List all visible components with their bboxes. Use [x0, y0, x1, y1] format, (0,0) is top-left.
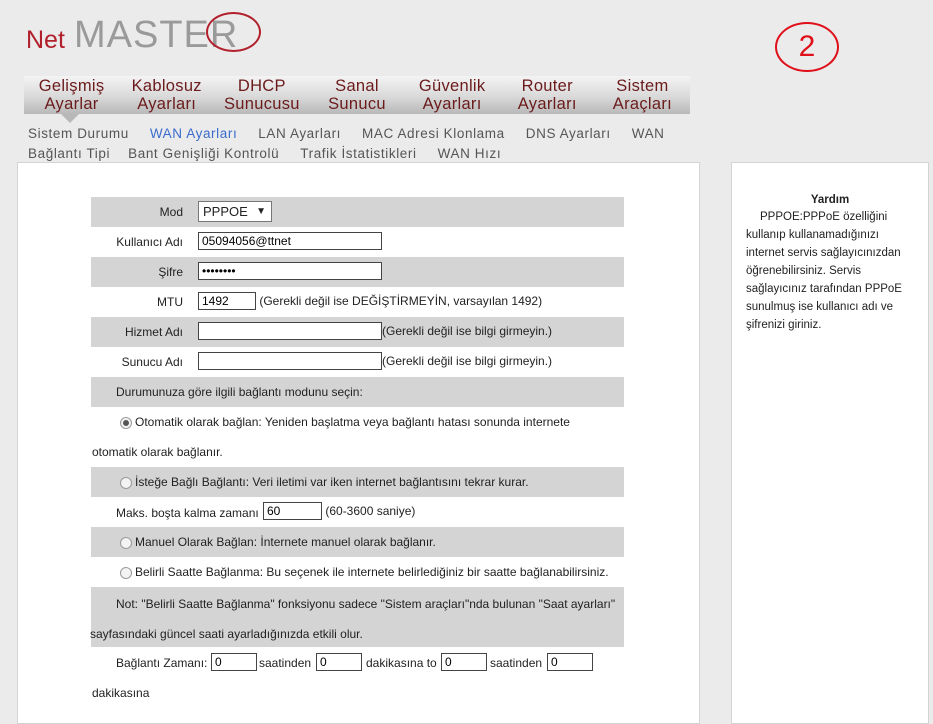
- password-row: Şifre: [91, 257, 624, 287]
- password-input[interactable]: [198, 262, 382, 280]
- connect-time-label: Bağlantı Zamanı:: [116, 656, 208, 670]
- service-label: Hizmet Adı: [124, 325, 183, 339]
- server-row: Sunucu Adı (Gerekli değil ise bilgi girm…: [91, 347, 624, 377]
- subnav-bant-genisligi[interactable]: Bant Genişliği Kontrolü: [128, 146, 279, 161]
- logo-ring: [206, 12, 261, 52]
- nav-dhcp-sunucusu[interactable]: DHCP Sunucusu: [214, 76, 309, 114]
- manual-row: Manuel Olarak Bağlan: İnternete manuel o…: [91, 527, 624, 557]
- manual-radio[interactable]: [120, 536, 132, 549]
- dakikasina-to-text: dakikasına to: [366, 656, 437, 670]
- dakikasina-text: dakikasına: [92, 686, 150, 700]
- manual-text: Manuel Olarak Bağlan: İnternete manuel o…: [135, 535, 436, 549]
- mtu-hint: (Gerekli değil ise DEĞİŞTİRMEYİN, varsay…: [259, 294, 543, 308]
- subnav-sistem-durumu[interactable]: Sistem Durumu: [28, 126, 129, 141]
- saatinden-text: saatinden: [259, 656, 312, 670]
- mtu-row: MTU (Gerekli değil ise DEĞİŞTİRMEYİN, va…: [91, 287, 624, 317]
- server-label: Sunucu Adı: [121, 355, 183, 369]
- start-minute-input[interactable]: [316, 653, 362, 671]
- nav-kablosuz-ayarlari[interactable]: Kablosuz Ayarları: [119, 76, 214, 114]
- schedule-option: Belirli Saatte Bağlanma: Bu seçenek ile …: [120, 565, 609, 579]
- auto-connect-text: Otomatik olarak bağlan: Yeniden başlatma…: [135, 415, 570, 429]
- server-name-input[interactable]: [198, 352, 382, 370]
- auto-connect-row: Otomatik olarak bağlan: Yeniden başlatma…: [91, 407, 624, 437]
- nav-guvenlik-ayarlari[interactable]: Güvenlik Ayarları: [405, 76, 500, 114]
- choose-row: Durumunuza göre ilgili bağlantı modunu s…: [91, 377, 624, 407]
- nav-gelismis-ayarlar[interactable]: Gelişmiş Ayarlar: [24, 76, 119, 114]
- active-nav-pointer: [61, 114, 79, 123]
- nav-router-ayarlari[interactable]: Router Ayarları: [500, 76, 595, 114]
- subnav-mac-klonlama[interactable]: MAC Adresi Klonlama: [362, 126, 505, 141]
- idle-time-label: Maks. boşta kalma zamanı: [116, 506, 259, 520]
- mode-label: Mod: [159, 205, 183, 219]
- username-row: Kullanıcı Adı: [91, 227, 624, 257]
- on-demand-option: İsteğe Bağlı Bağlantı: Veri iletimi var …: [120, 475, 529, 489]
- password-label: Şifre: [158, 265, 183, 279]
- help-panel: Yardım PPPOE:PPPoE özelliğini kullanıp k…: [731, 162, 929, 724]
- choose-mode-text: Durumunuza göre ilgili bağlantı modunu s…: [116, 385, 363, 399]
- nav-sistem-araclari[interactable]: Sistem Araçları: [595, 76, 690, 114]
- auto-connect-radio[interactable]: [120, 416, 132, 429]
- mode-select[interactable]: PPPOE ▼: [198, 201, 272, 222]
- username-label: Kullanıcı Adı: [116, 235, 183, 249]
- subnav-wan-hizi[interactable]: WAN Hızı: [438, 146, 502, 161]
- subnav-lan-ayarlari[interactable]: LAN Ayarları: [258, 126, 341, 141]
- service-row: Hizmet Adı (Gerekli değil ise bilgi girm…: [91, 317, 624, 347]
- mtu-label: MTU: [157, 295, 183, 309]
- subnav-trafik-istatistikleri[interactable]: Trafik İstatistikleri: [300, 146, 416, 161]
- service-hint: (Gerekli değil ise bilgi girmeyin.): [382, 324, 553, 338]
- auto-connect-text-cont: otomatik olarak bağlanır.: [92, 445, 223, 459]
- on-demand-text: İsteğe Bağlı Bağlantı: Veri iletimi var …: [135, 475, 529, 489]
- manual-option: Manuel Olarak Bağlan: İnternete manuel o…: [120, 535, 436, 549]
- subnav-wan-baglanti-tipi[interactable]: WAN: [632, 126, 665, 141]
- schedule-text: Belirli Saatte Bağlanma: Bu seçenek ile …: [135, 565, 609, 579]
- nav-sanal-sunucu[interactable]: Sanal Sunucu: [309, 76, 404, 114]
- annotation-badge: 2: [775, 22, 839, 72]
- service-name-input[interactable]: [198, 322, 382, 340]
- mode-row: Mod PPPOE ▼: [91, 197, 624, 227]
- subnav-wan-ayarlari[interactable]: WAN Ayarları: [150, 126, 237, 141]
- end-minute-input[interactable]: [547, 653, 593, 671]
- schedule-row: Belirli Saatte Bağlanma: Bu seçenek ile …: [91, 557, 631, 587]
- idle-time-hint: (60-3600 saniye): [325, 504, 416, 518]
- start-hour-input[interactable]: [211, 653, 257, 671]
- sub-nav: Sistem Durumu WAN Ayarları LAN Ayarları MAC…: [28, 124, 698, 164]
- note-text-cont: sayfasındaki güncel saati ayarladığınızd…: [90, 627, 363, 641]
- chevron-down-icon: ▼: [256, 206, 266, 217]
- on-demand-radio[interactable]: [120, 476, 132, 489]
- schedule-radio[interactable]: [120, 566, 132, 579]
- help-text: PPPOE:PPPoE özelliğini kullanıp kullanam…: [746, 211, 902, 331]
- logo-net-text: Net: [26, 26, 65, 54]
- note-text: Not: "Belirli Saatte Bağlanma" fonksiyon…: [116, 597, 616, 611]
- note-row: Not: "Belirli Saatte Bağlanma" fonksiyon…: [90, 587, 624, 647]
- idle-time-input[interactable]: [263, 502, 322, 520]
- main-nav: Gelişmiş Ayarlar Kablosuz Ayarları DHCP Sun…: [24, 76, 690, 114]
- connect-time-row: Bağlantı Zamanı: saatinden dakikasına to…: [91, 647, 631, 677]
- idle-time-row: Maks. boşta kalma zamanı (60-3600 saniye…: [91, 497, 624, 527]
- mtu-input[interactable]: [198, 292, 256, 310]
- on-demand-row: İsteğe Bağlı Bağlantı: Veri iletimi var …: [91, 467, 624, 497]
- server-hint: (Gerekli değil ise bilgi girmeyin.): [382, 354, 553, 368]
- subnav-dns-ayarlari[interactable]: DNS Ayarları: [526, 126, 611, 141]
- username-input[interactable]: [198, 232, 382, 250]
- end-hour-input[interactable]: [441, 653, 487, 671]
- subnav-wan-baglanti-tipi-cont[interactable]: Bağlantı Tipi: [28, 146, 110, 161]
- auto-connect-option: Otomatik olarak bağlan: Yeniden başlatma…: [120, 415, 570, 429]
- help-title: Yardım: [810, 194, 850, 206]
- saatinden-text-2: saatinden: [490, 656, 543, 670]
